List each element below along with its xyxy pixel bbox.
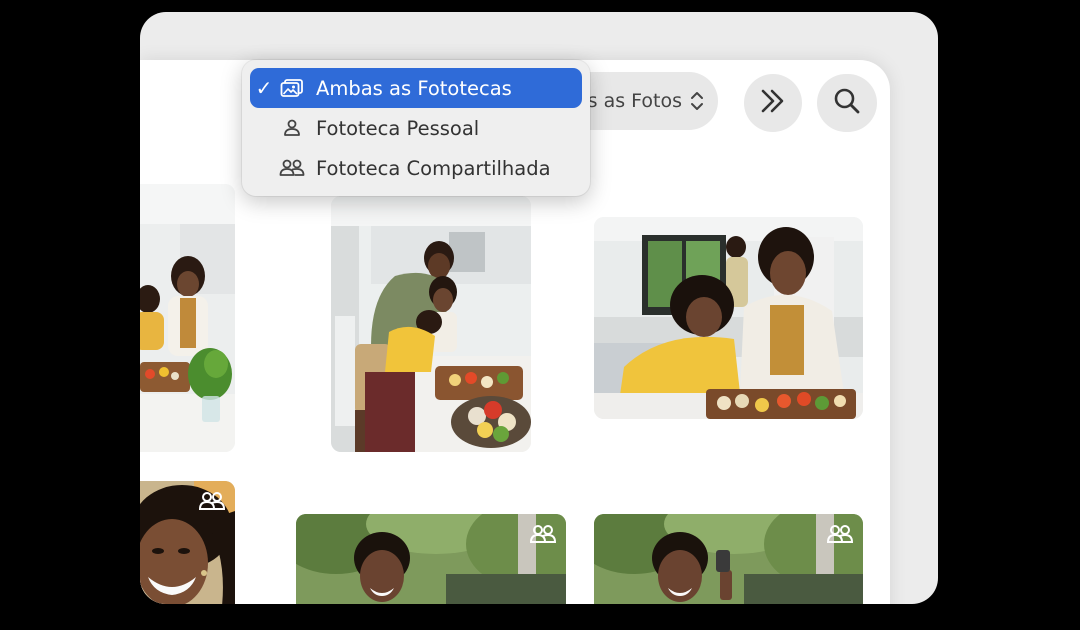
library-menu: ✓ Ambas as Fototecas Fototeca Pessoal Fo… <box>242 60 590 196</box>
photo-image <box>594 217 863 419</box>
person-icon <box>274 118 310 138</box>
search-button[interactable] <box>817 74 877 132</box>
menu-item-label: Fototeca Compartilhada <box>316 156 551 180</box>
menu-item-both-libraries[interactable]: ✓ Ambas as Fototecas <box>250 68 582 108</box>
shared-library-badge-icon <box>826 524 854 548</box>
photo-image <box>140 184 235 452</box>
photo-image <box>594 514 863 604</box>
search-icon <box>833 87 861 119</box>
shared-library-badge-icon <box>529 524 557 548</box>
photo-image <box>296 514 566 604</box>
photo-tile[interactable] <box>140 184 235 452</box>
shared-library-badge-icon <box>198 491 226 515</box>
chevron-updown-icon <box>690 90 704 112</box>
photo-library-icon <box>274 78 310 98</box>
photo-tile[interactable] <box>594 514 863 604</box>
double-chevron-right-icon <box>758 88 788 118</box>
photo-tile[interactable] <box>331 196 531 452</box>
menu-item-label: Ambas as Fototecas <box>316 76 512 100</box>
menu-item-personal-library[interactable]: Fototeca Pessoal <box>250 108 582 148</box>
view-select-label: s as Fotos <box>587 90 682 112</box>
photo-tile[interactable] <box>594 217 863 419</box>
photo-tile[interactable] <box>140 481 235 604</box>
more-toolbar-button[interactable] <box>744 74 802 132</box>
menu-item-label: Fototeca Pessoal <box>316 116 480 140</box>
menu-item-shared-library[interactable]: Fototeca Compartilhada <box>250 148 582 188</box>
photo-image <box>331 196 531 452</box>
people-icon <box>274 158 310 178</box>
photo-tile[interactable] <box>296 514 566 604</box>
